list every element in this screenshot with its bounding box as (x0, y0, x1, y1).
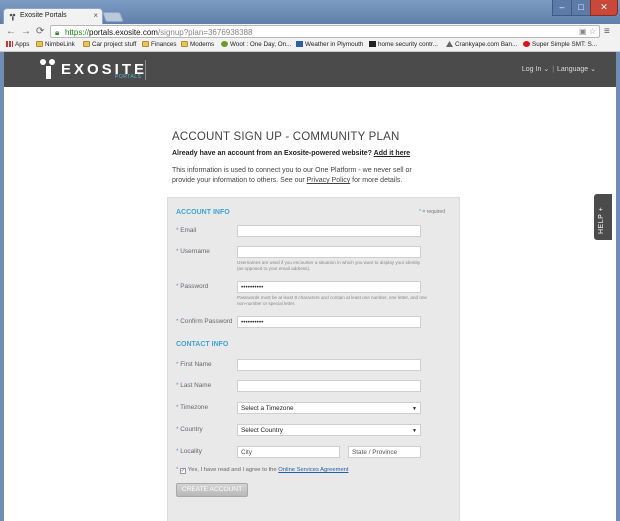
agreement-checkbox[interactable]: ✓ (179, 468, 186, 474)
bookmark-finances[interactable]: Finances (142, 41, 177, 48)
state-province-field[interactable]: State / Province (348, 446, 421, 458)
woot-icon (221, 41, 228, 47)
bookmark-modems[interactable]: Modems (181, 41, 214, 48)
main-content: ACCOUNT SIGN UP - COMMUNITY PLAN Already… (4, 87, 616, 521)
contact-info-heading: CONTACT INFO (176, 341, 229, 348)
language-menu[interactable]: Language ⌄ (557, 66, 596, 73)
bookmark-apps[interactable]: Apps (6, 41, 29, 48)
web-page: EXOSITE PORTALS Log In ⌄ | Language ⌄ ACCO… (4, 52, 616, 521)
help-tab[interactable]: HELP + (594, 194, 612, 240)
red-dot-icon (523, 41, 530, 47)
password-field[interactable]: •••••••••• (237, 281, 421, 293)
chrome-menu-icon[interactable]: ≡ (604, 26, 610, 37)
page-title: ACCOUNT SIGN UP - COMMUNITY PLAN (172, 131, 400, 143)
maximize-button[interactable]: □ (571, 0, 591, 16)
first-name-label: * First Name (176, 361, 212, 368)
security-icon (369, 41, 376, 47)
folder-icon (36, 41, 43, 47)
bookmark-woot[interactable]: Woot : One Day, On... (221, 41, 291, 48)
browser-tab[interactable]: Exosite Portals × (3, 8, 103, 24)
privacy-policy-link[interactable]: Privacy Policy (307, 177, 351, 184)
first-name-field[interactable] (237, 359, 421, 371)
crankyape-icon (446, 41, 453, 47)
close-window-button[interactable]: ✕ (590, 0, 618, 16)
password-hint: Passwords must be at least 8 characters … (237, 295, 427, 306)
bookmark-weather[interactable]: Weather in Plymouth (296, 41, 363, 48)
bookmark-super-simple-smt[interactable]: Super Simple SMT: S... (523, 41, 597, 48)
minimize-button[interactable]: – (552, 0, 572, 16)
apps-grid-icon (6, 41, 13, 47)
city-field[interactable]: City (237, 446, 340, 458)
browser-titlebar: Exosite Portals × – □ ✕ (0, 0, 620, 24)
login-link[interactable]: Log In ⌄ (522, 66, 549, 73)
forward-button[interactable]: → (21, 26, 31, 37)
last-name-field[interactable] (237, 380, 421, 392)
bookmark-home-security[interactable]: home security contr... (369, 41, 438, 48)
logo-subtitle: PORTALS (115, 74, 142, 80)
browser-toolbar: ← → ⟳ 🔒︎ https://portals.exosite.com/sig… (0, 24, 620, 39)
password-label: * Password (176, 283, 209, 290)
logo-divider (145, 60, 146, 80)
weather-icon (296, 41, 303, 47)
url-text: https://portals.exosite.com/signup?plan=… (65, 28, 253, 37)
confirm-password-label: * Confirm Password (176, 318, 233, 325)
timezone-label: * Timezone (176, 404, 208, 411)
header-links: Log In ⌄ | Language ⌄ (521, 66, 596, 73)
dropdown-arrow-icon: ▼ (412, 406, 417, 412)
bookmarks-bar: Apps NimbeLink Car project stuff Finance… (0, 39, 620, 52)
existing-account-text: Already have an account from an Exosite-… (172, 150, 411, 157)
email-label: * Email (176, 227, 197, 234)
agreement-row: * ✓ Yes, I have read and I agree to the O… (176, 467, 349, 474)
timezone-select[interactable]: Select a Timezone ▼ (237, 402, 421, 414)
username-field[interactable] (237, 246, 421, 258)
folder-icon (142, 41, 149, 47)
online-services-agreement-link[interactable]: Online Services Agreement (278, 467, 348, 473)
chevron-down-icon: ⌄ (590, 66, 596, 73)
chevron-down-icon: ⌄ (543, 66, 550, 73)
signup-form: ACCOUNT INFO * = required * Email * User… (167, 197, 460, 521)
address-bar[interactable]: 🔒︎ https://portals.exosite.com/signup?pl… (50, 25, 600, 38)
account-info-heading: ACCOUNT INFO (176, 209, 230, 216)
back-button[interactable]: ← (6, 26, 16, 37)
tab-title: Exosite Portals (20, 12, 67, 19)
info-text: This information is used to connect you … (172, 167, 412, 184)
bookmark-nimbelink[interactable]: NimbeLink (36, 41, 75, 48)
country-label: * Country (176, 426, 203, 433)
last-name-label: * Last Name (176, 382, 212, 389)
bookmark-crankyape[interactable]: Crankyape.com Ban... (446, 41, 517, 48)
required-note: * = required (419, 209, 445, 215)
email-field[interactable] (237, 225, 421, 237)
lock-icon: 🔒︎ (55, 28, 60, 37)
exosite-favicon-icon (9, 13, 16, 21)
dropdown-arrow-icon: ▼ (412, 428, 417, 434)
site-header: EXOSITE PORTALS Log In ⌄ | Language ⌄ (4, 52, 616, 87)
help-tab-label: HELP + (598, 206, 605, 234)
new-tab-button[interactable] (102, 12, 124, 22)
reload-button[interactable]: ⟳ (36, 26, 44, 37)
add-it-here-link[interactable]: Add it here (374, 150, 411, 157)
bookmark-car-project[interactable]: Car project stuff (83, 41, 136, 48)
username-label: * Username (176, 248, 210, 255)
tab-close-icon[interactable]: × (93, 11, 98, 20)
username-hint: Usernames are used if you encounter a si… (237, 260, 421, 271)
locality-label: * Locality (176, 448, 202, 455)
exosite-logo-icon (40, 59, 55, 79)
create-account-button[interactable]: CREATE ACCOUNT (176, 483, 248, 497)
confirm-password-field[interactable]: •••••••••• (237, 316, 421, 328)
country-select[interactable]: Select Country ▼ (237, 424, 421, 436)
folder-icon (83, 41, 90, 47)
bookmark-star-icon[interactable]: ▣ ☆ (579, 27, 596, 36)
folder-icon (181, 41, 188, 47)
